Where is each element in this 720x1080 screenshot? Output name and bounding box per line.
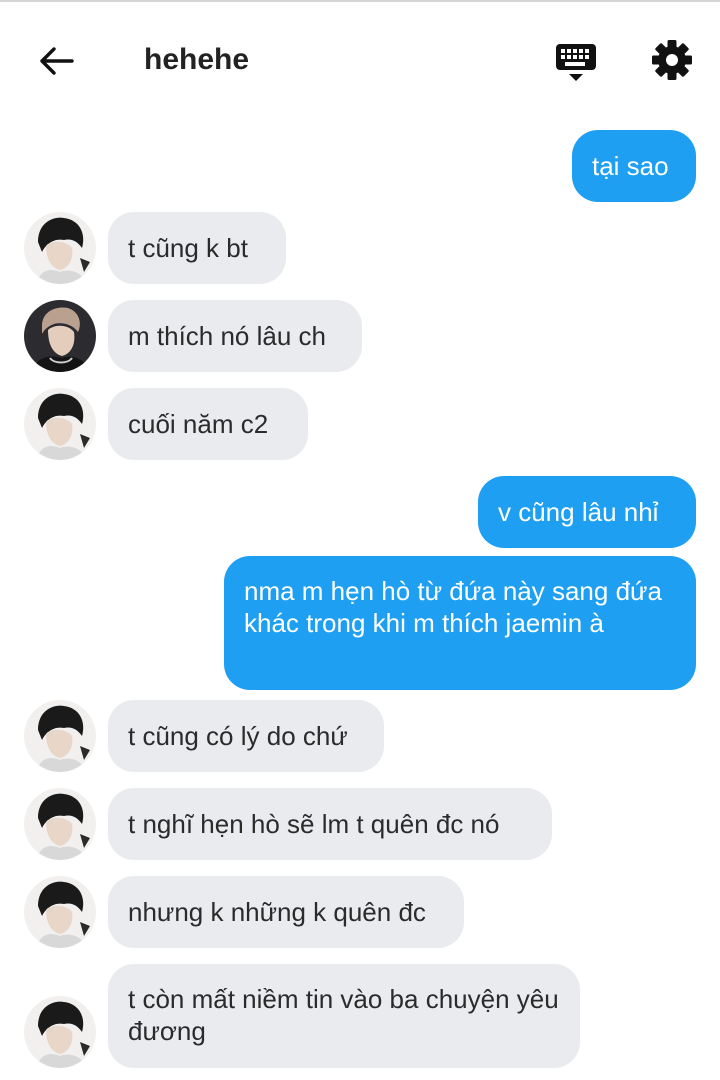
avatar-a bbox=[24, 996, 96, 1068]
message-text: nhưng k những k quên đc bbox=[128, 897, 426, 927]
message-text: t còn mất niềm tin vào ba chuyện yêu đươ… bbox=[128, 984, 559, 1046]
message-text: tại sao bbox=[592, 151, 669, 181]
message-text: cuối năm c2 bbox=[128, 409, 269, 439]
outgoing-message[interactable]: nma m hẹn hò từ đứa này sang đứa khác tr… bbox=[224, 556, 696, 690]
incoming-message[interactable]: t còn mất niềm tin vào ba chuyện yêu đươ… bbox=[108, 964, 580, 1068]
incoming-message[interactable]: t nghĩ hẹn hò sẽ lm t quên đc nó bbox=[108, 788, 552, 860]
avatar-a bbox=[24, 700, 96, 772]
avatar-b bbox=[24, 300, 96, 372]
back-button[interactable] bbox=[30, 38, 82, 84]
message-text: t nghĩ hẹn hò sẽ lm t quên đc nó bbox=[128, 809, 500, 839]
arrow-left-icon bbox=[40, 47, 74, 75]
avatar[interactable] bbox=[24, 388, 96, 460]
incoming-message[interactable]: cuối năm c2 bbox=[108, 388, 308, 460]
message-text: m thích nó lâu ch bbox=[128, 321, 326, 351]
avatar[interactable] bbox=[24, 212, 96, 284]
avatar[interactable] bbox=[24, 700, 96, 772]
settings-button[interactable] bbox=[648, 36, 696, 84]
avatar-a bbox=[24, 876, 96, 948]
conversation-title: hehehe bbox=[144, 43, 250, 76]
outgoing-message[interactable]: tại sao bbox=[572, 130, 696, 202]
outgoing-message[interactable]: v cũng lâu nhỉ bbox=[478, 476, 696, 548]
avatar-a bbox=[24, 788, 96, 860]
keyboard-button[interactable] bbox=[552, 38, 600, 86]
chat-header: hehehe bbox=[0, 2, 720, 114]
incoming-message[interactable]: t cũng có lý do chứ bbox=[108, 700, 384, 772]
avatar[interactable] bbox=[24, 876, 96, 948]
gear-icon bbox=[652, 40, 692, 80]
avatar[interactable] bbox=[24, 788, 96, 860]
avatar-a bbox=[24, 388, 96, 460]
incoming-message[interactable]: t cũng k bt bbox=[108, 212, 286, 284]
message-text: t cũng có lý do chứ bbox=[128, 721, 348, 751]
message-text: v cũng lâu nhỉ bbox=[498, 497, 659, 527]
avatar-a bbox=[24, 212, 96, 284]
keyboard-icon bbox=[556, 44, 596, 81]
message-text: nma m hẹn hò từ đứa này sang đứa khác tr… bbox=[244, 576, 662, 638]
message-text: t cũng k bt bbox=[128, 233, 248, 263]
chat-screen: hehehe tại sao t cũng k bt m thích nó lâ… bbox=[0, 0, 720, 1080]
avatar[interactable] bbox=[24, 300, 96, 372]
incoming-message[interactable]: nhưng k những k quên đc bbox=[108, 876, 464, 948]
avatar[interactable] bbox=[24, 996, 96, 1068]
incoming-message[interactable]: m thích nó lâu ch bbox=[108, 300, 362, 372]
